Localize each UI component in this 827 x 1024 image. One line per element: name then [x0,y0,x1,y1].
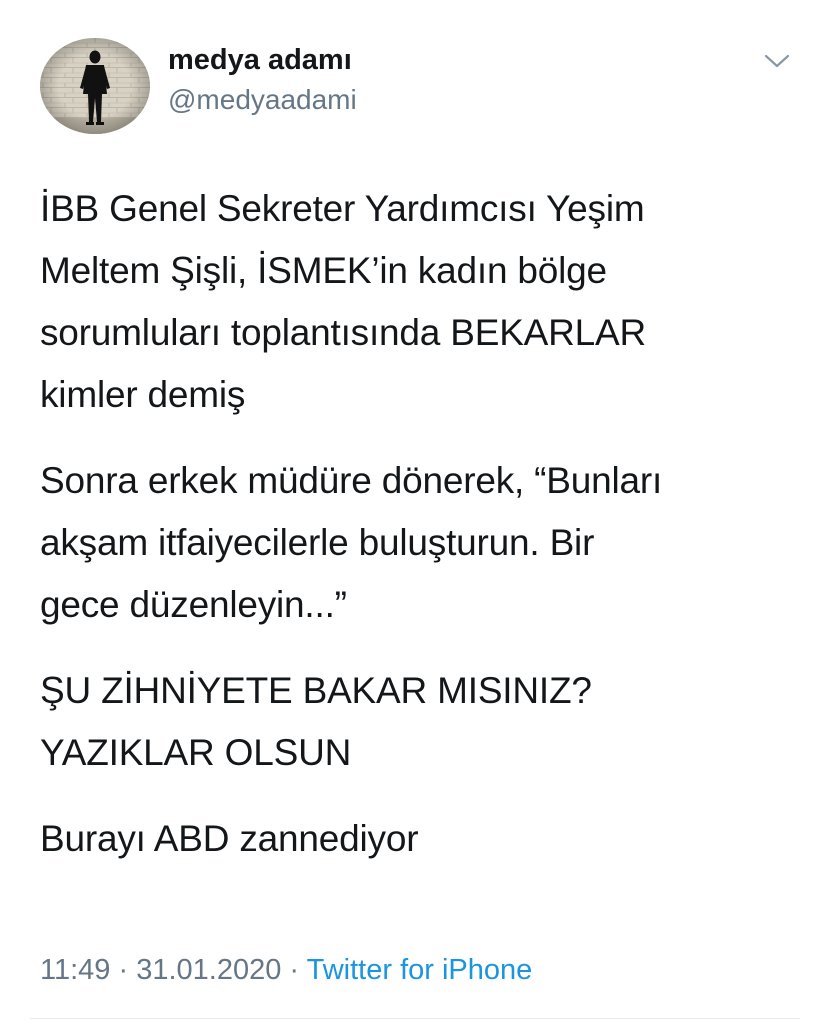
tweet-time[interactable]: 11:49 [40,954,110,986]
meta-separator: · [281,954,307,986]
man-silhouette-avatar-icon [40,38,150,134]
tweet-paragraph: ŞU ZİHNİYETE BAKAR MISINIZ? YAZIKLAR OLS… [40,670,592,773]
avatar[interactable] [40,38,150,134]
tweet-text: İBB Genel Sekreter Yardımcısı Yeşim Melt… [40,178,800,894]
tweet-menu-button[interactable] [760,46,794,76]
divider [30,1018,800,1019]
tweet-paragraph: Burayı ABD zannediyor [40,818,419,859]
meta-separator: · [110,954,137,986]
display-name[interactable]: medya adamı [168,44,352,76]
user-handle[interactable]: @medyaadami [168,84,357,116]
tweet-paragraph: Sonra erkek müdüre dönerek, “Bunları akş… [40,460,663,625]
tweet-paragraph: İBB Genel Sekreter Yardımcısı Yeşim Melt… [40,188,647,415]
tweet-source-link[interactable]: Twitter for iPhone [307,954,533,986]
tweet: medya adamı @medyaadami İBB Genel Sekret… [0,0,827,1024]
chevron-down-icon [764,54,790,68]
tweet-date[interactable]: 31.01.2020 [136,954,281,986]
tweet-meta: 11:49 · 31.01.2020 · Twitter for iPhone [40,950,532,990]
